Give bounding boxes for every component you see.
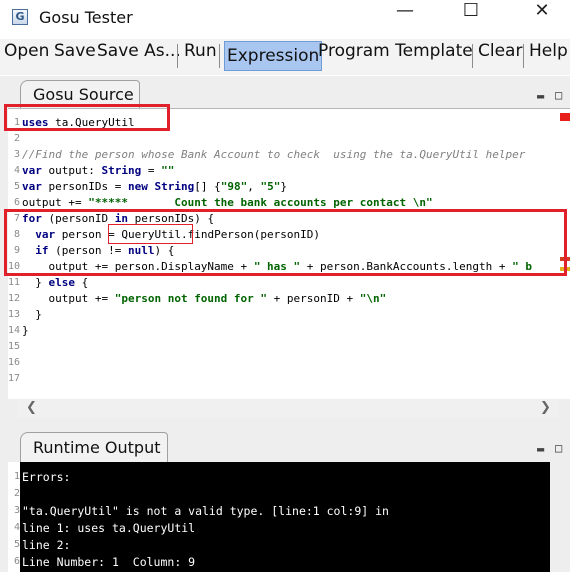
code-line-5: var personIDs = new String[] {"98", "5"}	[22, 180, 287, 193]
line-number: 2	[13, 133, 20, 144]
title-bar: G Gosu Tester — ☐ ✕	[0, 0, 570, 36]
tab-gosu-source-label: Gosu Source	[33, 85, 134, 104]
minimize-panel-icon[interactable]: ▬	[537, 89, 544, 103]
line-number: 14	[8, 325, 21, 336]
highlight-box-loop	[4, 209, 567, 276]
code-line-13: }	[22, 308, 42, 321]
line-number: 5	[13, 181, 20, 192]
code-line-12: output += "person not found for " + pers…	[22, 292, 387, 305]
line-number: 6	[13, 197, 20, 208]
horizontal-scrollbar[interactable]: ❮ ❯	[18, 400, 558, 418]
expression-button[interactable]: Expression	[224, 41, 323, 71]
output-line-gutter: 1 2 3 4 5 6	[8, 462, 20, 572]
toolbar-separator	[472, 44, 473, 68]
line-number: 1	[13, 471, 20, 482]
scroll-right-icon[interactable]: ❯	[540, 400, 551, 415]
tab-runtime-output-label: Runtime Output	[33, 438, 161, 457]
save-button[interactable]: Save	[54, 41, 96, 71]
line-number: 17	[8, 373, 21, 384]
highlight-box-queryutil	[108, 224, 193, 244]
scroll-left-icon[interactable]: ❮	[26, 400, 37, 415]
output-line: "ta.QueryUtil" is not a valid type. [lin…	[22, 504, 389, 518]
code-line-11: } else {	[22, 276, 89, 289]
output-line: line 2:	[22, 538, 71, 552]
toolbar: Open Save Save As... Run Expression Prog…	[0, 39, 570, 75]
code-line-4: var output: String = ""	[22, 164, 175, 177]
app-icon: G	[12, 9, 28, 25]
line-number: 4	[13, 522, 20, 533]
toolbar-separator	[219, 44, 220, 68]
help-button[interactable]: Help	[529, 41, 568, 71]
program-template-button[interactable]: Program Template	[318, 41, 473, 71]
error-marker[interactable]	[560, 113, 570, 121]
line-number: 12	[8, 293, 21, 304]
code-line-6: output += "***** Count the bank accounts…	[22, 196, 433, 209]
toolbar-separator	[177, 44, 178, 68]
tab-runtime-output[interactable]: Runtime Output	[20, 432, 168, 462]
code-line-3: //Find the person whose Bank Account to …	[22, 148, 526, 161]
run-button[interactable]: Run	[184, 41, 217, 71]
output-line: Line Number: 1 Column: 9	[22, 555, 196, 569]
line-number: 13	[8, 309, 21, 320]
line-number: 3	[13, 149, 20, 160]
close-button[interactable]: ✕	[519, 0, 565, 36]
clear-button[interactable]: Clear	[478, 41, 522, 71]
line-number: 5	[13, 539, 20, 550]
code-line-14: }	[22, 324, 29, 337]
window-title: Gosu Tester	[39, 8, 133, 27]
output-line: line 1: uses ta.QueryUtil	[22, 521, 196, 535]
line-number: 4	[13, 165, 20, 176]
line-number: 3	[13, 505, 20, 516]
line-number: 15	[8, 341, 21, 352]
toolbar-separator	[523, 44, 524, 68]
line-number: 16	[8, 357, 21, 368]
minimize-button[interactable]: —	[382, 0, 428, 36]
open-button[interactable]: Open	[4, 41, 49, 71]
maximize-output-icon[interactable]: □	[555, 441, 562, 455]
minimize-output-icon[interactable]: ▬	[537, 442, 544, 456]
maximize-button[interactable]: ☐	[448, 0, 494, 36]
line-number: 6	[13, 556, 20, 567]
line-number: 11	[8, 277, 21, 288]
output-line: Errors:	[22, 470, 71, 484]
line-number: 2	[13, 488, 20, 499]
highlight-box-uses	[4, 104, 170, 131]
save-as-button[interactable]: Save As...	[97, 41, 181, 71]
maximize-panel-icon[interactable]: □	[555, 88, 562, 102]
